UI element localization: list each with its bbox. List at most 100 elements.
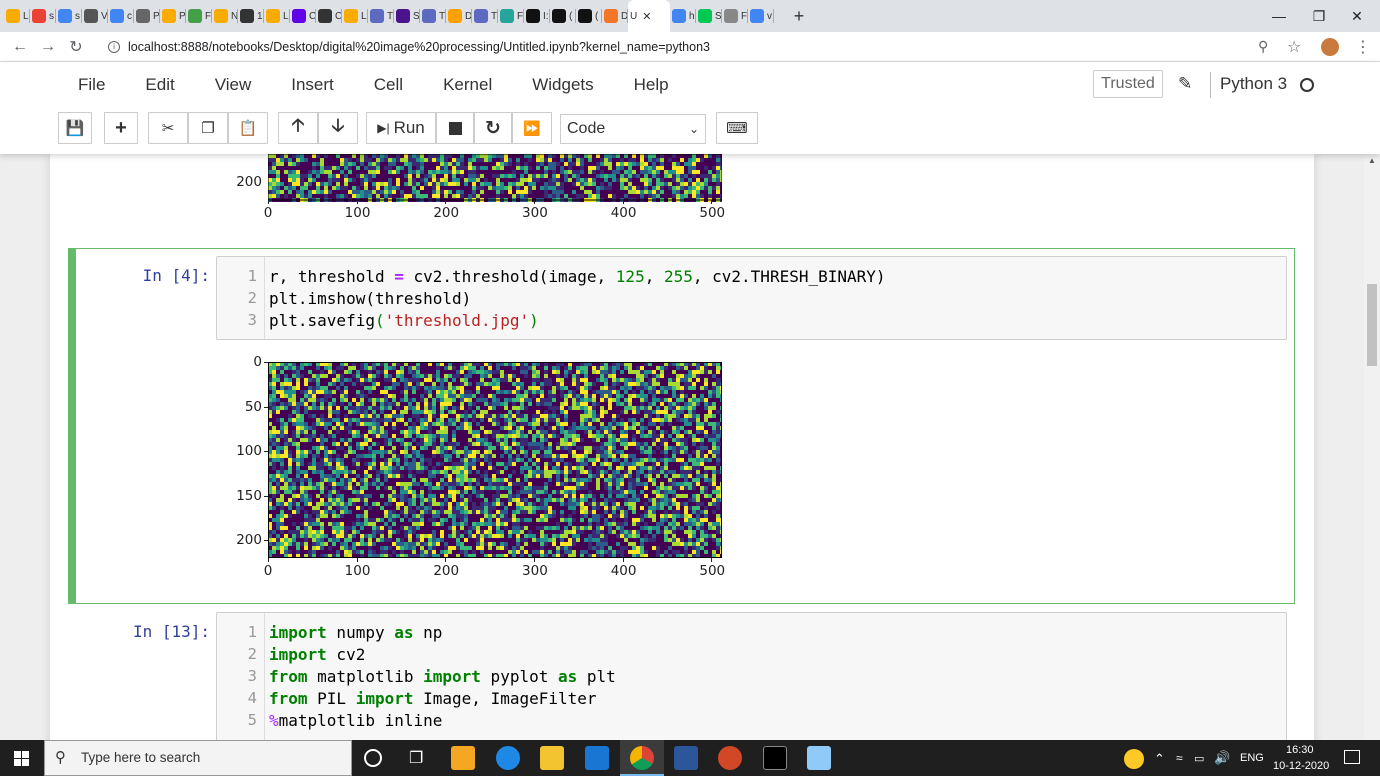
edit-pencil-icon[interactable]: ✎ xyxy=(1178,74,1192,94)
scrollbar-thumb[interactable] xyxy=(1367,284,1377,366)
code-line: import cv2 xyxy=(269,645,366,664)
task-view-icon[interactable]: ❐ xyxy=(409,748,423,768)
tab-label: V xyxy=(101,10,108,22)
cortana-icon[interactable] xyxy=(364,749,382,767)
browser-tab[interactable]: D xyxy=(446,0,472,32)
browser-tab[interactable]: U ✕ xyxy=(628,0,670,32)
x-tick-label: 300 xyxy=(522,563,548,579)
clock-date[interactable]: 10-12-2020 xyxy=(1273,760,1329,772)
browser-tab[interactable]: 1 xyxy=(238,0,264,32)
restart-run-all-button[interactable]: ⏩ xyxy=(512,112,552,144)
browser-tab[interactable]: V xyxy=(82,0,108,32)
move-up-button[interactable]: 🡡 xyxy=(278,112,318,144)
menu-edit[interactable]: Edit xyxy=(125,75,194,95)
forward-icon[interactable]: → xyxy=(34,38,62,56)
paste-button[interactable]: 📋 xyxy=(228,112,268,144)
browser-tab[interactable]: L xyxy=(264,0,290,32)
zoom-icon[interactable]: ⚲ xyxy=(1258,38,1268,55)
menu-cell[interactable]: Cell xyxy=(354,75,423,95)
browser-tab[interactable]: S xyxy=(394,0,420,32)
bookmark-star-icon[interactable]: ☆ xyxy=(1287,37,1301,57)
terminal-icon[interactable] xyxy=(763,746,787,770)
wifi-icon[interactable]: ≈ xyxy=(1176,751,1183,765)
stop-icon xyxy=(448,121,462,135)
browser-tab[interactable]: C xyxy=(290,0,316,32)
browser-tab[interactable]: s xyxy=(30,0,56,32)
browser-tab[interactable]: D xyxy=(602,0,628,32)
browser-tab[interactable]: L xyxy=(342,0,368,32)
menu-view[interactable]: View xyxy=(195,75,272,95)
menu-kernel[interactable]: Kernel xyxy=(423,75,512,95)
browser-tab[interactable]: h xyxy=(670,0,696,32)
browser-tab[interactable]: ( xyxy=(550,0,576,32)
run-button[interactable]: ▶| Run xyxy=(366,112,436,144)
y-tick-label: 50 xyxy=(244,398,262,415)
browser-tab[interactable]: I: xyxy=(524,0,550,32)
cut-button[interactable]: ✂ xyxy=(148,112,188,144)
copy-button[interactable]: ❐ xyxy=(188,112,228,144)
browser-tab[interactable]: T xyxy=(420,0,446,32)
browser-tab[interactable]: T xyxy=(368,0,394,32)
cell4-code-editor[interactable]: 1 2 3 r, threshold = cv2.threshold(image, … xyxy=(216,256,1287,340)
edge-icon[interactable] xyxy=(496,746,520,770)
browser-tab[interactable]: F xyxy=(186,0,212,32)
restart-button[interactable]: ↻ xyxy=(474,112,512,144)
volume-icon[interactable]: 🔊 xyxy=(1214,750,1230,766)
browser-tab[interactable]: L xyxy=(4,0,30,32)
notification-icon[interactable] xyxy=(1344,750,1360,764)
close-window-icon[interactable]: ✕ xyxy=(1334,0,1380,32)
vertical-scrollbar[interactable]: ▲ xyxy=(1364,154,1380,740)
browser-tab[interactable]: S xyxy=(696,0,722,32)
windows-start-icon[interactable] xyxy=(14,751,29,766)
profile-avatar[interactable] xyxy=(1321,38,1339,56)
url-field[interactable]: localhost:8888/notebooks/Desktop/digital… xyxy=(128,32,710,62)
menu-insert[interactable]: Insert xyxy=(271,75,354,95)
store-icon[interactable] xyxy=(451,746,475,770)
browser-menu-icon[interactable]: ⋮ xyxy=(1355,37,1371,57)
close-tab-icon[interactable]: ✕ xyxy=(642,10,651,23)
mail-icon[interactable] xyxy=(585,746,609,770)
powerpoint-icon[interactable] xyxy=(718,746,742,770)
browser-tab[interactable]: F xyxy=(722,0,748,32)
browser-tab[interactable]: c xyxy=(108,0,134,32)
battery-icon[interactable]: ▭ xyxy=(1194,752,1204,765)
browser-tab[interactable]: s xyxy=(56,0,82,32)
scroll-up-icon[interactable]: ▲ xyxy=(1368,156,1376,165)
cell13-code-editor[interactable]: 1 2 3 4 5 import numpy as np import cv2 from… xyxy=(216,612,1287,740)
windows-taskbar: ⚲ Type here to search ❐ ⌃ ≈ ▭ 🔊 ENG 16:3… xyxy=(0,740,1380,776)
taskbar-search[interactable]: ⚲ Type here to search xyxy=(44,740,352,776)
save-button[interactable]: 💾 xyxy=(58,112,92,144)
menu-widgets[interactable]: Widgets xyxy=(512,75,613,95)
clock-time[interactable]: 16:30 xyxy=(1286,744,1314,756)
browser-tab[interactable]: P xyxy=(134,0,160,32)
browser-tab[interactable]: N xyxy=(212,0,238,32)
browser-tab[interactable]: C xyxy=(316,0,342,32)
trusted-indicator[interactable]: Trusted xyxy=(1093,70,1163,98)
word-icon[interactable] xyxy=(674,746,698,770)
insert-cell-button[interactable]: + xyxy=(104,112,138,144)
back-icon[interactable]: ← xyxy=(6,38,34,56)
browser-tab[interactable]: T xyxy=(472,0,498,32)
language-indicator[interactable]: ENG xyxy=(1240,752,1264,764)
show-hidden-icons[interactable]: ⌃ xyxy=(1154,751,1165,767)
interrupt-button[interactable] xyxy=(436,112,474,144)
move-down-button[interactable]: 🡣 xyxy=(318,112,358,144)
kernel-divider xyxy=(1210,72,1211,98)
notepad-icon[interactable] xyxy=(807,746,831,770)
command-palette-button[interactable]: ⌨ xyxy=(716,112,758,144)
cell-type-select[interactable]: Code ⌄ xyxy=(560,114,706,144)
info-icon[interactable]: i xyxy=(108,41,120,53)
help-icon[interactable] xyxy=(1124,749,1144,769)
reload-icon[interactable]: ↻ xyxy=(62,37,90,57)
menu-file[interactable]: File xyxy=(58,75,125,95)
browser-tab[interactable]: F xyxy=(498,0,524,32)
browser-tab[interactable]: v xyxy=(748,0,774,32)
file-explorer-icon[interactable] xyxy=(540,746,564,770)
browser-tab[interactable]: P xyxy=(160,0,186,32)
line-number: 1 xyxy=(247,267,257,285)
chrome-taskbar-item[interactable] xyxy=(620,740,664,776)
new-tab-button[interactable]: + xyxy=(784,6,814,27)
menu-help[interactable]: Help xyxy=(614,75,689,95)
browser-tab[interactable]: ( xyxy=(576,0,602,32)
tab-label: h xyxy=(689,10,695,22)
